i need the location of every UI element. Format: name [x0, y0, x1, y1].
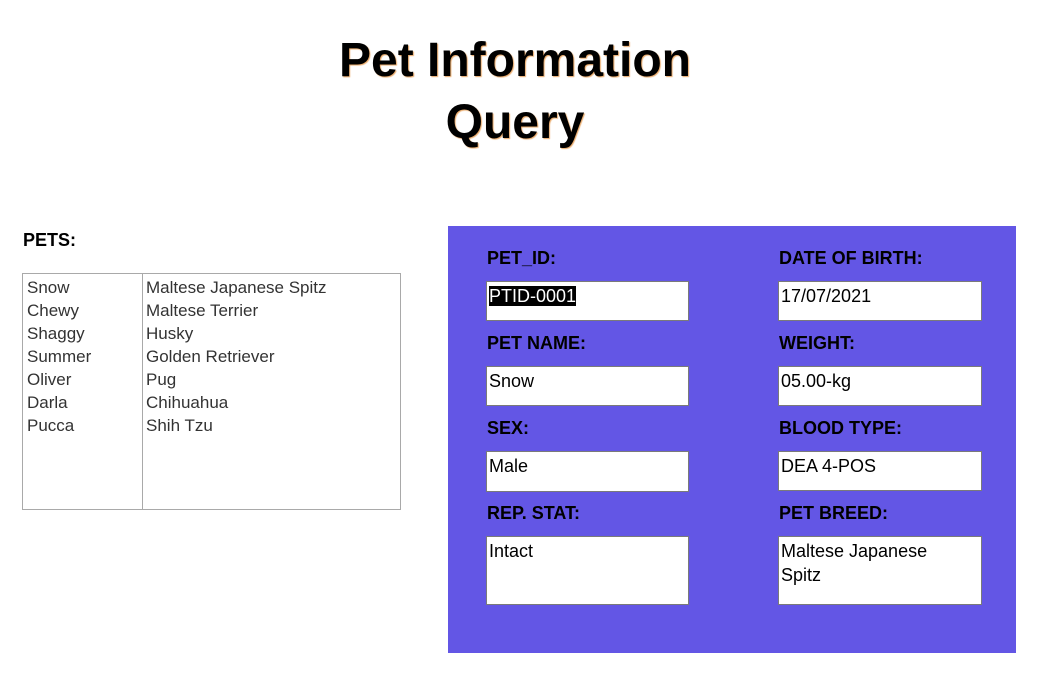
pet-id-label: PET_ID: — [487, 248, 557, 268]
list-item[interactable]: Shaggy — [27, 322, 142, 345]
list-item[interactable]: Maltese Japanese Spitz — [146, 276, 400, 299]
weight-field[interactable]: 05.00-kg — [778, 366, 982, 406]
list-item[interactable]: Snow — [27, 276, 142, 299]
blood-type-label: BLOOD TYPE: — [779, 418, 903, 438]
list-item[interactable]: Pug — [146, 368, 400, 391]
pet-id-field[interactable]: PTID-0001 — [486, 281, 689, 321]
list-item[interactable]: Husky — [146, 322, 400, 345]
rep-stat-field[interactable]: Intact — [486, 536, 689, 605]
weight-label: WEIGHT: — [779, 333, 855, 353]
rep-stat-label: REP. STAT: — [487, 503, 581, 523]
list-item[interactable]: Maltese Terrier — [146, 299, 400, 322]
sex-label: SEX: — [487, 418, 530, 438]
list-item[interactable]: Oliver — [27, 368, 142, 391]
pet-breed-label: PET BREED: — [779, 503, 889, 523]
pet-info-panel: PET_ID: PTID-0001 DATE OF BIRTH: 17/07/2… — [448, 226, 1016, 653]
list-item[interactable]: Chihuahua — [146, 391, 400, 414]
pet-breed-field[interactable]: Maltese Japanese Spitz — [778, 536, 982, 605]
list-item[interactable]: Summer — [27, 345, 142, 368]
dob-label: DATE OF BIRTH: — [779, 248, 923, 268]
list-item[interactable]: Pucca — [27, 414, 142, 437]
sex-field[interactable]: Male — [486, 451, 689, 492]
page-title: Pet Information Query — [300, 30, 730, 154]
blood-type-field[interactable]: DEA 4-POS — [778, 451, 982, 491]
list-item[interactable]: Chewy — [27, 299, 142, 322]
list-item[interactable]: Shih Tzu — [146, 414, 400, 437]
dob-field[interactable]: 17/07/2021 — [778, 281, 982, 321]
pets-breed-column: Maltese Japanese Spitz Maltese Terrier H… — [143, 274, 400, 509]
page-title-line-1: Pet Information — [338, 34, 691, 87]
pets-label: PETS: — [23, 230, 77, 250]
page-title-line-2: Query — [445, 96, 585, 149]
pet-name-label: PET NAME: — [487, 333, 586, 353]
pets-listview[interactable]: Snow Chewy Shaggy Summer Oliver Darla Pu… — [22, 273, 401, 510]
list-item[interactable]: Darla — [27, 391, 142, 414]
pet-id-value: PTID-0001 — [489, 286, 577, 306]
pet-name-field[interactable]: Snow — [486, 366, 689, 406]
pets-name-column: Snow Chewy Shaggy Summer Oliver Darla Pu… — [23, 274, 143, 509]
list-item[interactable]: Golden Retriever — [146, 345, 400, 368]
